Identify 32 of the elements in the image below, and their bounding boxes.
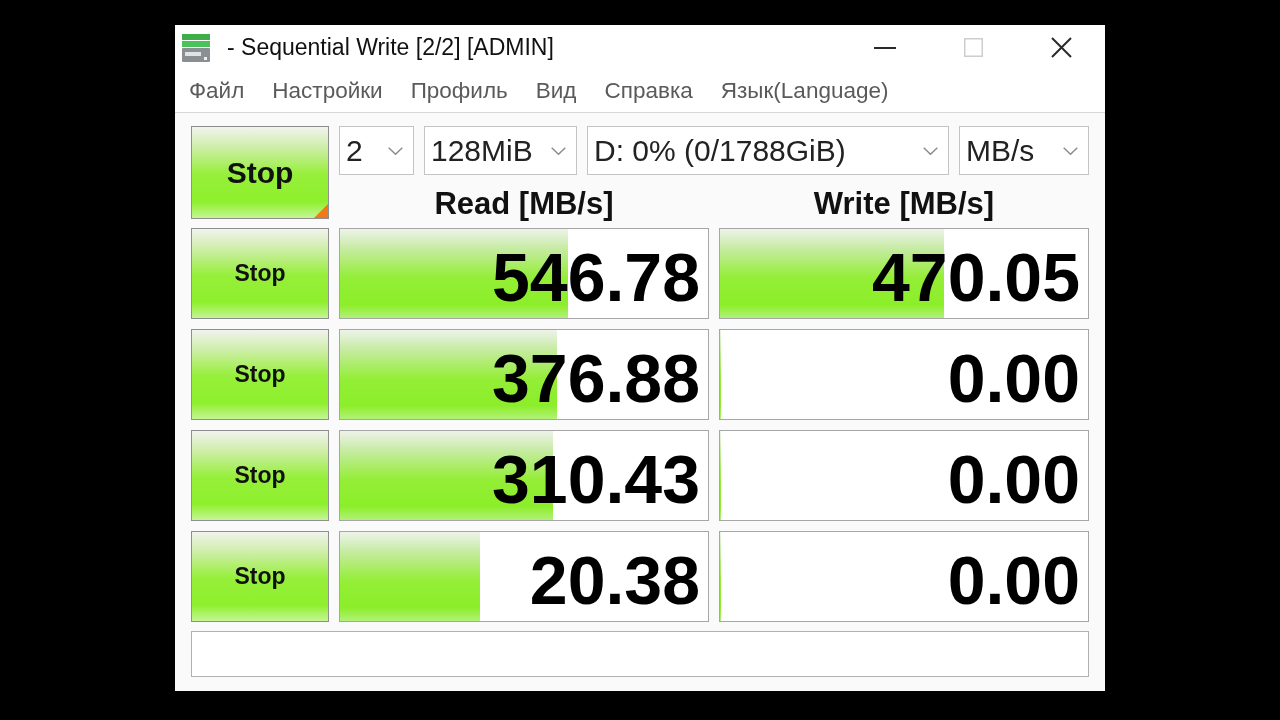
read-value: 20.38 xyxy=(529,545,700,614)
menu-item[interactable]: Настройки xyxy=(258,78,397,104)
chevron-down-icon xyxy=(551,146,566,155)
stop-button[interactable]: Stop xyxy=(191,430,329,521)
write-value: 0.00 xyxy=(947,545,1080,614)
write-value: 0.00 xyxy=(947,444,1080,513)
column-header: Write [MB/s] xyxy=(813,188,995,219)
window-title: - Sequential Write [2/2] [ADMIN] xyxy=(227,34,554,61)
size-dropdown[interactable]: 128MiB xyxy=(424,126,577,175)
close-icon xyxy=(1050,37,1072,58)
maximize-icon xyxy=(963,38,983,57)
minimize-icon xyxy=(874,46,896,49)
menu-item[interactable]: Файл xyxy=(175,78,259,104)
stop-button[interactable]: Stop xyxy=(191,329,329,420)
menu-item[interactable]: Язык(Language) xyxy=(706,78,903,104)
column-header: Read [MB/s] xyxy=(434,188,614,219)
menu-item[interactable]: Вид xyxy=(521,78,591,104)
corner-triangle-icon xyxy=(314,204,328,218)
write-value: 0.00 xyxy=(947,343,1080,412)
chevron-down-icon xyxy=(388,146,403,155)
stop-button[interactable]: Stop xyxy=(191,126,329,219)
menu-item[interactable]: Справка xyxy=(590,78,707,104)
chevron-down-icon xyxy=(1063,146,1078,155)
count-dropdown[interactable]: 2 xyxy=(339,126,414,175)
drive-icon xyxy=(180,32,212,63)
comment-field[interactable] xyxy=(191,631,1089,677)
menu-item[interactable]: Профиль xyxy=(396,78,522,104)
stop-button[interactable]: Stop xyxy=(191,228,329,319)
drive-dropdown[interactable]: D: 0% (0/1788GiB) xyxy=(587,126,949,175)
chevron-down-icon xyxy=(923,146,938,155)
stop-button[interactable]: Stop xyxy=(191,531,329,622)
unit-dropdown[interactable]: MB/s xyxy=(959,126,1089,175)
